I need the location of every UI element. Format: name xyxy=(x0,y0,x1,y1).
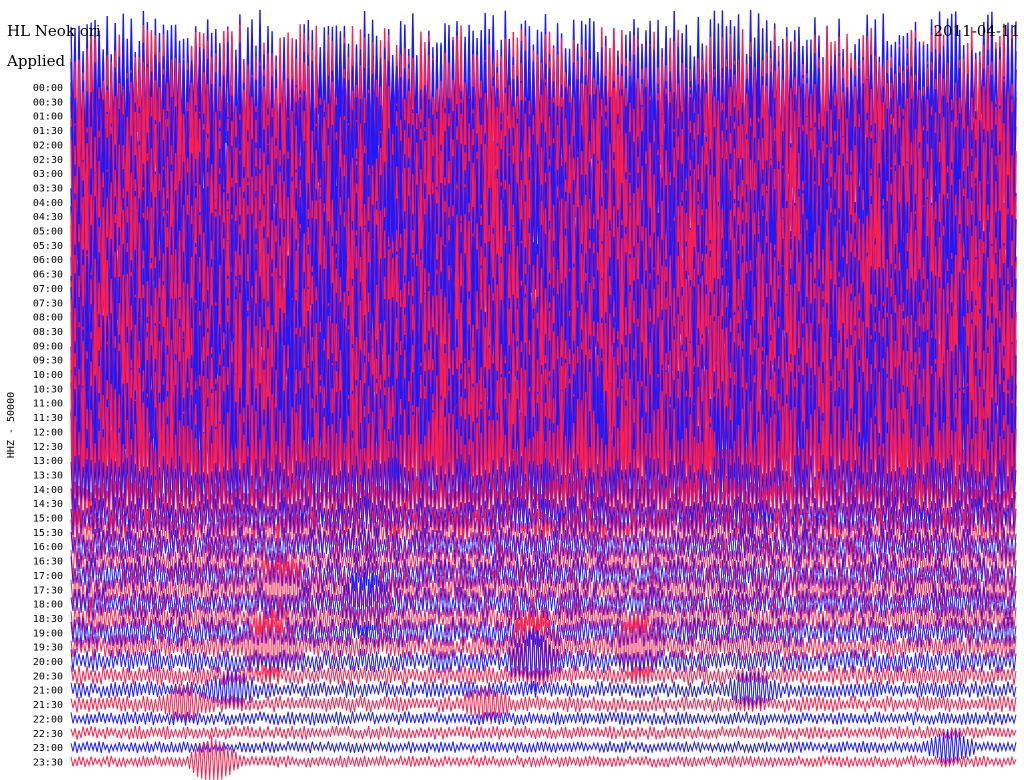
time-tick-label: 23:00 xyxy=(33,743,63,754)
time-tick-label: 17:30 xyxy=(33,585,63,596)
trace-line xyxy=(70,725,1017,740)
time-tick-label: 11:00 xyxy=(33,399,63,410)
time-tick-label: 13:30 xyxy=(33,470,63,481)
time-tick-label: 09:30 xyxy=(33,356,63,367)
time-tick-label: 11:30 xyxy=(33,413,63,424)
time-tick-label: 05:30 xyxy=(33,241,63,252)
time-tick-label: 08:00 xyxy=(33,313,63,324)
time-tick-label: 13:00 xyxy=(33,456,63,467)
time-tick-label: 04:30 xyxy=(33,212,63,223)
time-tick-label: 12:00 xyxy=(33,427,63,438)
time-tick-label: 19:00 xyxy=(33,628,63,639)
time-tick-label: 20:30 xyxy=(33,671,63,682)
time-tick-label: 23:30 xyxy=(33,757,63,768)
filter-label: Applied xyxy=(7,52,66,70)
time-tick-label: 01:00 xyxy=(33,112,63,123)
time-tick-label: 10:30 xyxy=(33,384,63,395)
time-tick-label: 02:30 xyxy=(33,155,63,166)
time-tick-label: 17:00 xyxy=(33,571,63,582)
time-tick-label: 00:30 xyxy=(33,97,63,108)
date-label: 2011-04-11 xyxy=(933,22,1020,40)
time-tick-label: 12:30 xyxy=(33,442,63,453)
time-tick-labels: 00:00 00:30 01:00 01:30 02:00 02:30 03:00 03:30… xyxy=(33,83,63,768)
seismogram-traces xyxy=(70,9,1017,780)
time-tick-label: 14:30 xyxy=(33,499,63,510)
time-tick-label: 14:00 xyxy=(33,485,63,496)
time-tick-label: 22:30 xyxy=(33,729,63,740)
time-tick-label: 18:30 xyxy=(33,614,63,625)
time-tick-label: 01:30 xyxy=(33,126,63,137)
time-tick-label: 19:30 xyxy=(33,643,63,654)
time-tick-label: 04:00 xyxy=(33,198,63,209)
time-tick-label: 18:00 xyxy=(33,600,63,611)
time-tick-label: 16:30 xyxy=(33,557,63,568)
time-tick-label: 07:00 xyxy=(33,284,63,295)
time-tick-label: 21:30 xyxy=(33,700,63,711)
time-tick-label: 02:00 xyxy=(33,140,63,151)
time-tick-label: 10:00 xyxy=(33,370,63,381)
time-tick-label: 00:00 xyxy=(33,83,63,94)
station-title: HL Neok ori xyxy=(7,22,101,40)
time-tick-label: 16:00 xyxy=(33,542,63,553)
trace-line xyxy=(70,711,1017,726)
time-tick-label: 06:00 xyxy=(33,255,63,266)
time-tick-label: 03:00 xyxy=(33,169,63,180)
time-tick-label: 20:00 xyxy=(33,657,63,668)
time-tick-label: 21:00 xyxy=(33,686,63,697)
trace-line xyxy=(70,735,1017,780)
seismogram-plot: 00:00 00:30 01:00 01:30 02:00 02:30 03:00 03:30… xyxy=(6,9,1017,780)
time-tick-label: 03:30 xyxy=(33,183,63,194)
time-tick-label: 07:30 xyxy=(33,298,63,309)
time-tick-label: 22:00 xyxy=(33,714,63,725)
time-tick-label: 15:30 xyxy=(33,528,63,539)
time-tick-label: 06:30 xyxy=(33,270,63,281)
y-axis-label: HHZ - 50000 xyxy=(6,392,17,458)
time-tick-label: 09:00 xyxy=(33,341,63,352)
time-tick-label: 05:00 xyxy=(33,227,63,238)
time-tick-label: 15:00 xyxy=(33,514,63,525)
time-tick-label: 08:30 xyxy=(33,327,63,338)
